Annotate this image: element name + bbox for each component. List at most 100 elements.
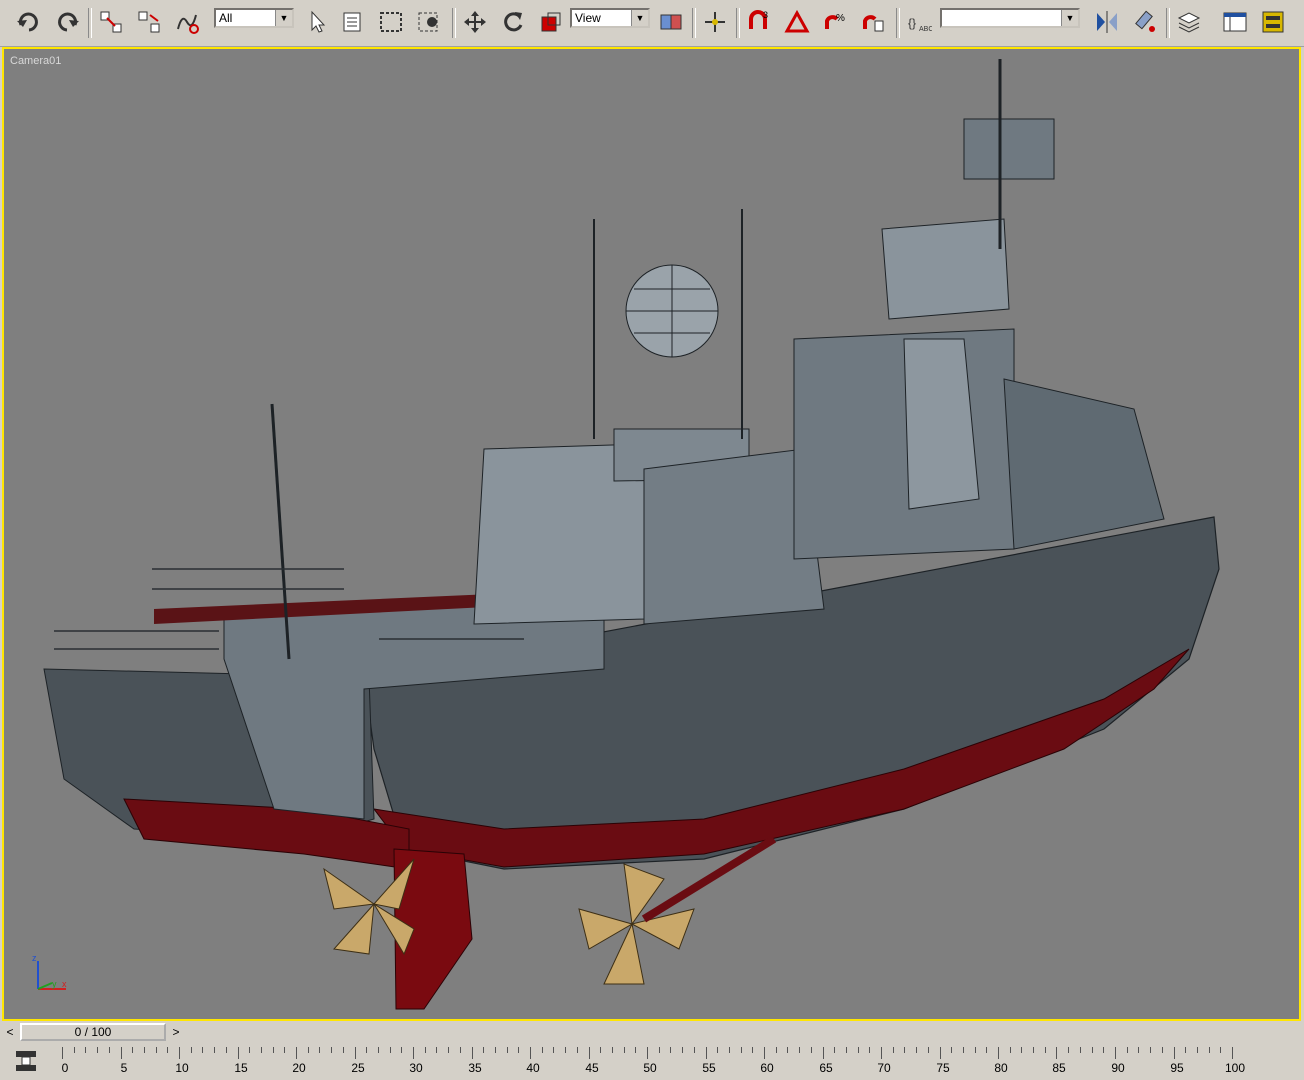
track-tick-label: 30 xyxy=(409,1061,423,1075)
selection-filter-dropdown[interactable]: All ▼ xyxy=(214,8,294,28)
select-by-name-icon[interactable] xyxy=(338,6,368,38)
previous-frame-button[interactable]: < xyxy=(2,1023,18,1041)
track-tick xyxy=(214,1047,215,1053)
track-tick-label: 85 xyxy=(1052,1061,1066,1075)
rectangular-selection-icon[interactable] xyxy=(376,6,406,38)
track-tick xyxy=(62,1047,63,1059)
mirror-icon[interactable] xyxy=(1092,6,1122,38)
track-tick xyxy=(1045,1047,1046,1053)
track-tick xyxy=(729,1047,730,1053)
track-tick xyxy=(85,1047,86,1053)
use-pivot-icon[interactable] xyxy=(656,6,686,38)
bind-spacewarp-icon[interactable] xyxy=(172,6,202,38)
track-tick xyxy=(308,1047,309,1053)
angle-snap-icon[interactable] xyxy=(782,6,812,38)
svg-text:{}: {} xyxy=(908,16,916,30)
track-tick-label: 10 xyxy=(175,1061,189,1075)
track-tick xyxy=(659,1047,660,1053)
redo-icon[interactable] xyxy=(52,6,82,38)
track-tick xyxy=(975,1047,976,1053)
track-tick xyxy=(1080,1047,1081,1053)
track-tick-label: 70 xyxy=(877,1061,891,1075)
time-slider[interactable]: 0 / 100 xyxy=(20,1023,166,1041)
track-tick xyxy=(366,1047,367,1053)
track-tick xyxy=(167,1047,168,1053)
track-tick-label: 55 xyxy=(702,1061,716,1075)
track-tick xyxy=(589,1047,590,1059)
undo-icon[interactable] xyxy=(14,6,44,38)
snap-toggle-icon[interactable]: 3 xyxy=(744,6,774,38)
track-tick xyxy=(1056,1047,1057,1059)
track-tick xyxy=(179,1047,180,1059)
select-and-link-icon[interactable] xyxy=(96,6,126,38)
track-tick xyxy=(121,1047,122,1059)
track-tick xyxy=(448,1047,449,1053)
scale-icon[interactable] xyxy=(536,6,566,38)
track-tick xyxy=(530,1047,531,1059)
track-tick xyxy=(401,1047,402,1053)
axis-x-label: x xyxy=(62,979,67,989)
axis-z-label: z xyxy=(32,955,37,963)
track-tick-label: 80 xyxy=(994,1061,1008,1075)
next-frame-button[interactable]: > xyxy=(168,1023,184,1041)
track-tick xyxy=(647,1047,648,1059)
track-ruler[interactable]: 0 5 10 15 20 25 30 35 40 45 50 55 60 65 70 75 80 85 90 95 10… xyxy=(62,1047,1292,1077)
track-tick xyxy=(928,1047,929,1053)
key-filter-icon[interactable] xyxy=(12,1047,40,1073)
reference-coordinate-dropdown[interactable]: View ▼ xyxy=(570,8,650,28)
svg-text:ABC: ABC xyxy=(919,26,932,33)
move-icon[interactable] xyxy=(460,6,490,38)
track-tick-label: 75 xyxy=(936,1061,950,1075)
track-tick xyxy=(378,1047,379,1053)
align-icon[interactable] xyxy=(1130,6,1160,38)
time-slider-bar: < 0 / 100 > xyxy=(0,1021,1304,1043)
track-tick xyxy=(460,1047,461,1053)
window-crossing-icon[interactable] xyxy=(414,6,444,38)
track-tick-label: 15 xyxy=(234,1061,248,1075)
track-tick xyxy=(518,1047,519,1053)
track-tick xyxy=(319,1047,320,1053)
track-tick xyxy=(202,1047,203,1053)
track-tick xyxy=(1092,1047,1093,1053)
track-tick xyxy=(483,1047,484,1053)
track-tick xyxy=(1220,1047,1221,1053)
selection-filter-value: All xyxy=(219,11,233,25)
axis-y-label: y xyxy=(52,979,57,989)
percent-snap-icon[interactable]: % xyxy=(820,6,850,38)
track-tick xyxy=(600,1047,601,1053)
track-tick xyxy=(507,1047,508,1053)
track-tick xyxy=(577,1047,578,1053)
schematic-view-icon[interactable] xyxy=(1258,6,1288,38)
track-tick xyxy=(425,1047,426,1053)
track-tick xyxy=(752,1047,753,1053)
track-tick xyxy=(717,1047,718,1053)
track-tick xyxy=(238,1047,239,1059)
track-tick xyxy=(612,1047,613,1053)
track-tick-label: 50 xyxy=(643,1061,657,1075)
camera-viewport[interactable]: Camera01 z y x xyxy=(2,47,1301,1021)
edit-named-selection-icon[interactable]: {} ABC xyxy=(904,6,934,38)
select-object-icon[interactable] xyxy=(302,6,332,38)
track-bar: 0 5 10 15 20 25 30 35 40 45 50 55 60 65 70 75 80 85 90 95 10… xyxy=(0,1043,1304,1080)
track-tick-label: 35 xyxy=(468,1061,482,1075)
unlink-icon[interactable] xyxy=(134,6,164,38)
track-tick xyxy=(823,1047,824,1059)
spinner-snap-icon[interactable] xyxy=(858,6,888,38)
rotate-icon[interactable] xyxy=(498,6,528,38)
layer-manager-icon[interactable] xyxy=(1174,6,1204,38)
track-tick xyxy=(109,1047,110,1053)
track-tick-label: 90 xyxy=(1111,1061,1125,1075)
chevron-down-icon: ▼ xyxy=(631,10,648,26)
curve-editor-icon[interactable] xyxy=(1220,6,1250,38)
track-tick xyxy=(986,1047,987,1053)
track-tick-label: 5 xyxy=(120,1061,128,1075)
named-selection-dropdown[interactable]: ▼ xyxy=(940,8,1080,28)
track-tick xyxy=(74,1047,75,1053)
axis-gizmo: z y x xyxy=(32,955,67,990)
reference-coordinate-value: View xyxy=(575,11,601,25)
track-tick-label: 45 xyxy=(585,1061,599,1075)
track-tick xyxy=(741,1047,742,1053)
manipulate-icon[interactable] xyxy=(700,6,730,38)
track-tick xyxy=(811,1047,812,1053)
track-tick xyxy=(694,1047,695,1053)
